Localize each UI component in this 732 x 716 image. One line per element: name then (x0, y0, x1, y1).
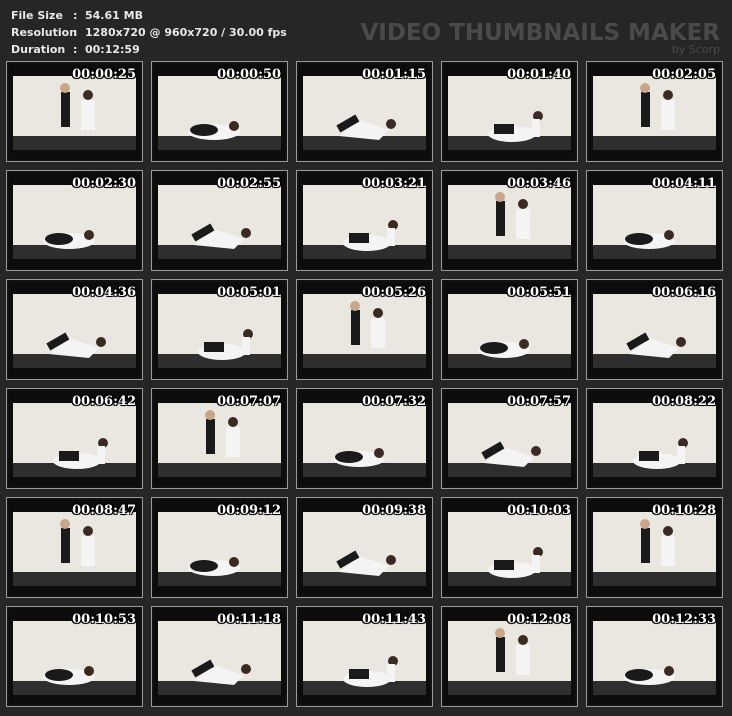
thumbnail[interactable]: 00:07:32 (296, 388, 433, 489)
thumbnail[interactable]: 00:02:30 (6, 170, 143, 271)
thumbnail[interactable]: 00:06:42 (6, 388, 143, 489)
thumbnail[interactable]: 00:03:21 (296, 170, 433, 271)
timestamp: 00:10:03 (507, 503, 571, 518)
thumbnail[interactable]: 00:10:28 (586, 497, 723, 598)
thumbnail[interactable]: 00:05:51 (441, 279, 578, 380)
header: File Size:54.61 MB Resolution: 1280x720 @… (0, 0, 732, 60)
timestamp: 00:09:38 (362, 503, 426, 518)
timestamp: 00:03:21 (362, 176, 426, 191)
info-value: 1280x720 @ 960x720 / 30.00 fps (85, 26, 287, 39)
file-info: File Size:54.61 MB Resolution: 1280x720 @… (11, 7, 287, 58)
timestamp: 00:02:55 (217, 176, 281, 191)
info-label: Resolution (11, 26, 78, 39)
thumbnail[interactable]: 00:10:03 (441, 497, 578, 598)
timestamp: 00:00:25 (72, 67, 136, 82)
thumbnail[interactable]: 00:04:36 (6, 279, 143, 380)
timestamp: 00:10:28 (652, 503, 716, 518)
thumbnail[interactable]: 00:01:40 (441, 61, 578, 162)
thumbnail[interactable]: 00:08:22 (586, 388, 723, 489)
info-label: Duration (11, 43, 66, 56)
brand-title: VIDEO THUMBNAILS MAKER (360, 20, 720, 46)
thumbnail[interactable]: 00:05:01 (151, 279, 288, 380)
timestamp: 00:01:15 (362, 67, 426, 82)
timestamp: 00:07:57 (507, 394, 571, 409)
thumbnail[interactable]: 00:07:57 (441, 388, 578, 489)
timestamp: 00:07:07 (217, 394, 281, 409)
timestamp: 00:09:12 (217, 503, 281, 518)
thumbnail[interactable]: 00:08:47 (6, 497, 143, 598)
timestamp: 00:12:08 (507, 612, 571, 627)
timestamp: 00:08:47 (72, 503, 136, 518)
timestamp: 00:08:22 (652, 394, 716, 409)
thumbnail[interactable]: 00:05:26 (296, 279, 433, 380)
thumbnail[interactable]: 00:12:08 (441, 606, 578, 707)
timestamp: 00:06:16 (652, 285, 716, 300)
timestamp: 00:05:01 (217, 285, 281, 300)
thumbnail[interactable]: 00:07:07 (151, 388, 288, 489)
thumbnail[interactable]: 00:09:38 (296, 497, 433, 598)
timestamp: 00:00:50 (217, 67, 281, 82)
timestamp: 00:07:32 (362, 394, 426, 409)
timestamp: 00:10:53 (72, 612, 136, 627)
timestamp: 00:04:11 (652, 176, 716, 191)
thumbnail[interactable]: 00:09:12 (151, 497, 288, 598)
thumbnail[interactable]: 00:00:50 (151, 61, 288, 162)
thumbnail[interactable]: 00:11:18 (151, 606, 288, 707)
thumbnail[interactable]: 00:01:15 (296, 61, 433, 162)
thumbnail[interactable]: 00:10:53 (6, 606, 143, 707)
info-row-duration: Duration:00:12:59 (11, 41, 287, 58)
timestamp: 00:11:18 (217, 612, 281, 627)
timestamp: 00:05:26 (362, 285, 426, 300)
info-label: File Size (11, 9, 63, 22)
timestamp: 00:01:40 (507, 67, 571, 82)
brand-watermark: VIDEO THUMBNAILS MAKER by Scorp (360, 20, 720, 55)
timestamp: 00:02:30 (72, 176, 136, 191)
thumbnail[interactable]: 00:02:55 (151, 170, 288, 271)
info-separator: : (73, 26, 78, 39)
timestamp: 00:12:33 (652, 612, 716, 627)
thumbnail[interactable]: 00:04:11 (586, 170, 723, 271)
timestamp: 00:03:46 (507, 176, 571, 191)
thumbnail[interactable]: 00:12:33 (586, 606, 723, 707)
timestamp: 00:02:05 (652, 67, 716, 82)
thumbnail[interactable]: 00:03:46 (441, 170, 578, 271)
info-separator: : (73, 43, 78, 56)
timestamp: 00:05:51 (507, 285, 571, 300)
timestamp: 00:04:36 (72, 285, 136, 300)
info-value: 00:12:59 (85, 43, 140, 56)
info-row-file-size: File Size:54.61 MB (11, 7, 287, 24)
timestamp: 00:06:42 (72, 394, 136, 409)
info-row-resolution: Resolution: 1280x720 @ 960x720 / 30.00 fp… (11, 24, 287, 41)
info-separator: : (73, 9, 78, 22)
thumbnail[interactable]: 00:00:25 (6, 61, 143, 162)
info-value: 54.61 MB (85, 9, 143, 22)
thumbnail[interactable]: 00:02:05 (586, 61, 723, 162)
thumbnail[interactable]: 00:06:16 (586, 279, 723, 380)
timestamp: 00:11:43 (362, 612, 426, 627)
thumbnail[interactable]: 00:11:43 (296, 606, 433, 707)
